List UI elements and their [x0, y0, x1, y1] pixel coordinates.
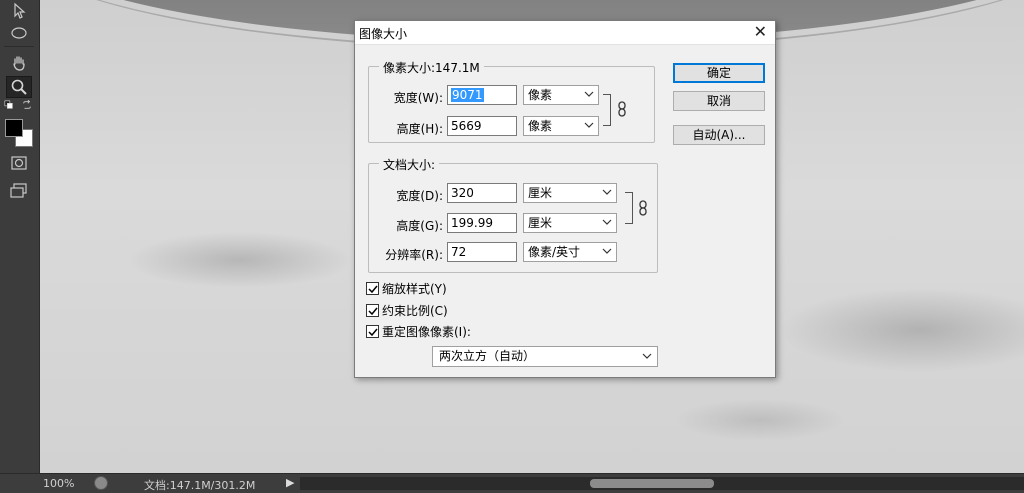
pixel-constrain-bracket: [603, 94, 611, 126]
scale-styles-checkbox[interactable]: 缩放样式(Y): [366, 280, 447, 296]
magnifier-icon: [11, 79, 27, 95]
resample-method-value: 两次立方（自动）: [439, 349, 536, 363]
image-size-dialog: 图像大小 ✕ 像素大小:147.1M 宽度(W): 9071 像素 高度(H):…: [354, 20, 776, 378]
ellipse-icon: [11, 27, 27, 39]
pixel-width-value: 9071: [451, 88, 484, 102]
default-colors-icon[interactable]: [2, 99, 16, 111]
dialog-title: 图像大小: [359, 27, 408, 41]
resample-image-label: 重定图像像素(I):: [382, 324, 471, 339]
chevron-down-icon: [584, 91, 594, 97]
horizontal-scrollbar[interactable]: [300, 477, 1024, 490]
pixel-dimensions-legend: 像素大小:147.1M: [379, 59, 484, 76]
doc-constrain-bracket: [625, 192, 633, 224]
chevron-down-icon: [602, 189, 612, 195]
doc-height-value: 199.99: [451, 216, 493, 230]
scrollbar-thumb[interactable]: [590, 479, 714, 488]
zoom-level[interactable]: 100%: [43, 477, 74, 490]
tools-panel: [0, 0, 40, 473]
document-info: 文档:147.1M/301.2M: [144, 479, 256, 492]
pixel-height-unit: 像素: [528, 119, 553, 133]
ok-button[interactable]: 确定: [673, 63, 765, 83]
resample-image-checkbox[interactable]: 重定图像像素(I):: [366, 323, 471, 339]
chevron-down-icon: [602, 248, 612, 254]
pixel-width-unit: 像素: [528, 88, 553, 102]
resample-method-select[interactable]: 两次立方（自动）: [432, 346, 658, 367]
checkbox-box[interactable]: [366, 281, 379, 295]
doc-height-label: 高度(G):: [396, 219, 443, 233]
arrow-icon: [14, 2, 26, 19]
screen-mode-icon: [10, 183, 27, 198]
checkmark-icon: [368, 285, 378, 293]
dialog-titlebar[interactable]: 图像大小 ✕: [355, 21, 775, 45]
resolution-value: 72: [451, 245, 467, 259]
resolution-unit-select[interactable]: 像素/英寸: [523, 242, 617, 262]
doc-width-label: 宽度(D):: [396, 189, 443, 203]
pixel-width-label: 宽度(W):: [393, 91, 443, 105]
status-bar: 100% 文档:147.1M/301.2M ▶: [0, 473, 1024, 493]
chain-link-icon: [618, 101, 626, 117]
pixel-height-unit-select[interactable]: 像素: [523, 116, 599, 136]
pixel-height-input[interactable]: 5669: [447, 116, 517, 136]
chevron-down-icon: [602, 219, 612, 225]
navigator-icon[interactable]: [94, 476, 108, 490]
pixel-width-unit-select[interactable]: 像素: [523, 85, 599, 105]
doc-width-unit-select[interactable]: 厘米: [523, 183, 617, 203]
foreground-color-swatch[interactable]: [5, 119, 23, 137]
status-menu-arrow[interactable]: ▶: [286, 476, 294, 489]
doc-height-input[interactable]: 199.99: [447, 213, 517, 233]
ellipse-marquee-tool-button[interactable]: [6, 22, 32, 44]
pixel-height-label: 高度(H):: [396, 122, 443, 136]
scale-styles-label: 缩放样式(Y): [382, 281, 447, 296]
checkbox-box[interactable]: [366, 324, 379, 338]
resolution-unit: 像素/英寸: [528, 245, 581, 259]
checkmark-icon: [368, 328, 378, 336]
resolution-input[interactable]: 72: [447, 242, 517, 262]
doc-height-unit: 厘米: [528, 216, 553, 230]
chevron-down-icon: [584, 122, 594, 128]
document-size-legend: 文档大小:: [379, 156, 440, 173]
close-icon[interactable]: ✕: [754, 23, 767, 41]
chevron-down-icon: [642, 353, 652, 359]
quick-mask-button[interactable]: [6, 152, 32, 174]
quick-mask-icon: [11, 156, 27, 170]
pixel-height-value: 5669: [451, 119, 482, 133]
checkbox-box[interactable]: [366, 303, 379, 317]
hand-tool-button[interactable]: [6, 52, 32, 74]
doc-width-unit: 厘米: [528, 186, 553, 200]
doc-width-input[interactable]: 320: [447, 183, 517, 203]
move-tool-button[interactable]: [6, 0, 32, 22]
constrain-proportions-label: 约束比例(C): [382, 303, 448, 318]
auto-button[interactable]: 自动(A)...: [673, 125, 765, 145]
checkmark-icon: [368, 307, 378, 315]
pixel-width-input[interactable]: 9071: [447, 85, 517, 105]
constrain-proportions-checkbox[interactable]: 约束比例(C): [366, 302, 448, 318]
screen-mode-button[interactable]: [6, 180, 32, 202]
resolution-label: 分辨率(R):: [385, 248, 443, 262]
chain-link-icon: [639, 200, 647, 216]
hand-icon: [13, 56, 25, 71]
zoom-tool-button[interactable]: [6, 76, 32, 98]
swap-colors-icon[interactable]: [20, 99, 34, 111]
cancel-button[interactable]: 取消: [673, 91, 765, 111]
toolbar-divider: [4, 46, 34, 47]
doc-width-value: 320: [451, 186, 474, 200]
doc-height-unit-select[interactable]: 厘米: [523, 213, 617, 233]
